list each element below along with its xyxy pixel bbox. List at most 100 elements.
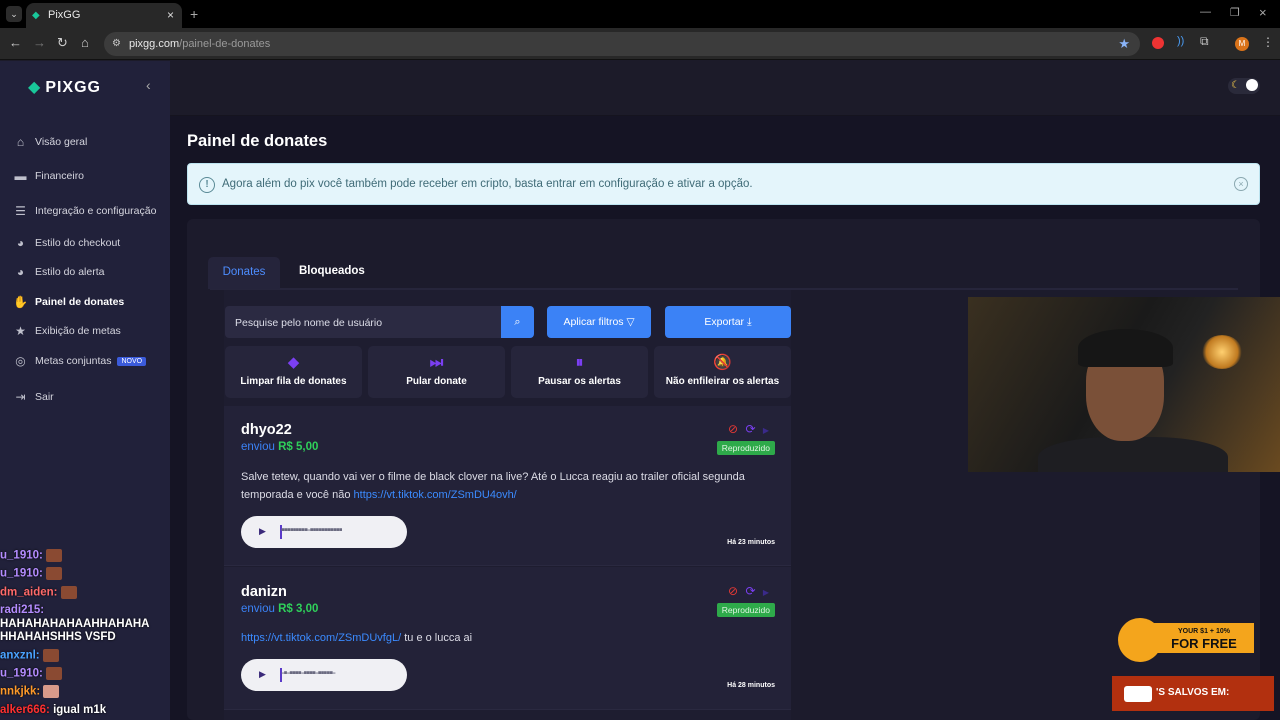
close-window-icon[interactable]: × <box>1259 5 1267 20</box>
chat-line: anxznl: <box>0 649 59 662</box>
apply-filters-button[interactable]: Aplicar filtros ▽ <box>547 306 651 338</box>
home-icon[interactable]: ⌂ <box>81 36 89 50</box>
message-link[interactable]: https://vt.tiktok.com/ZSmDU4ovh/ <box>354 489 517 501</box>
settings-icon: ☰ <box>15 204 26 218</box>
profile-avatar[interactable]: M <box>1235 37 1249 51</box>
forward-icon[interactable]: → <box>33 36 46 50</box>
sidebar-item-exibicao-metas[interactable]: ★ Exibição de metas <box>13 321 121 341</box>
sent-label: enviou <box>241 441 275 453</box>
novo-badge: NOVO <box>117 356 147 366</box>
chat-user: radi215: <box>0 604 45 616</box>
new-tab-icon[interactable]: + <box>190 6 198 22</box>
play-icon[interactable]: ▶ <box>259 526 266 537</box>
donor-name: danizn <box>241 584 287 600</box>
button-label: Aplicar filtros <box>563 316 624 328</box>
audio-player[interactable]: ▶ ▪▪▪▪▪▪▪▪▪-▪▪▪▪▪▪▪▪▪▪▪ <box>241 516 407 548</box>
sidebar-item-label: Estilo do alerta <box>35 266 105 278</box>
sidebar-item-estilo-alerta[interactable]: ◕ Estilo do alerta <box>13 262 105 282</box>
bookmark-star-icon[interactable]: ★ <box>1118 36 1130 52</box>
close-tab-icon[interactable]: × <box>167 8 174 22</box>
block-icon[interactable]: ⊘ <box>728 584 738 598</box>
emote-icon <box>46 667 63 680</box>
chat-line: u_1910: <box>0 667 63 680</box>
no-queue-alerts-button[interactable]: 🔕 Não enfileirar os alertas <box>654 346 791 398</box>
pixgg-logo[interactable]: ◆ PIXGG <box>28 77 101 97</box>
sidebar-item-financeiro[interactable]: ▬ Financeiro <box>13 166 85 186</box>
reload-icon[interactable]: ↻ <box>57 36 68 50</box>
donate-actions: ⊘ ⟳ ▶ <box>728 584 769 598</box>
replay-icon[interactable]: ⟳ <box>745 422 755 436</box>
chat-user: nnkjkk: <box>0 685 41 698</box>
collapse-sidebar-icon[interactable]: ‹ <box>146 77 151 93</box>
tab-bloqueados[interactable]: Bloqueados <box>299 265 365 277</box>
sidebar-item-label: Sair <box>35 391 54 403</box>
search-input[interactable]: Pesquise pelo nome de usuário <box>225 306 501 338</box>
theme-toggle-icon[interactable]: ☾ <box>1228 78 1260 94</box>
close-alert-icon[interactable]: × <box>1234 177 1248 191</box>
skip-small-icon[interactable]: ▶ <box>763 426 769 435</box>
maximize-icon[interactable]: ❐ <box>1230 6 1240 19</box>
extensions-puzzle-icon[interactable]: ⧉ <box>1200 34 1209 49</box>
logout-icon: ⇥ <box>15 390 26 404</box>
top-bar: ☾ <box>170 61 1280 116</box>
emote-icon <box>42 649 59 662</box>
url-field[interactable]: ⚙ pixgg.com/painel-de-donates ★ <box>104 32 1140 56</box>
search-placeholder: Pesquise pelo nome de usuário <box>235 317 383 329</box>
saved-text: 'S SALVOS EM: <box>1156 687 1230 698</box>
url-path: /painel-de-donates <box>179 38 271 50</box>
hand-coin-icon: ✋ <box>13 295 28 309</box>
sidebar-item-visao-geral[interactable]: ⌂ Visão geral <box>13 132 87 152</box>
chat-line: u_1910: <box>0 567 63 580</box>
donate-card: danizn enviou R$ 3,00 ⊘ ⟳ ▶ Reproduzido … <box>224 567 791 710</box>
target-icon: ◎ <box>15 354 26 368</box>
clear-queue-button[interactable]: ◆ Limpar fila de donates <box>225 346 362 398</box>
minimize-icon[interactable]: — <box>1200 6 1211 18</box>
sidebar-item-metas-conjuntas[interactable]: ◎ Metas conjuntas NOVO <box>13 351 147 371</box>
sent-label: enviou <box>241 603 275 615</box>
chat-line: u_1910: <box>0 549 63 562</box>
sidebar-item-painel-donates[interactable]: ✋ Painel de donates <box>13 292 124 312</box>
replay-icon[interactable]: ⟳ <box>745 584 755 598</box>
play-icon[interactable]: ▶ <box>259 669 266 680</box>
donate-time: Há 23 minutos <box>727 539 775 546</box>
lamp <box>1202 335 1242 369</box>
chat-message: HAHAHAHAHAAHHAHAHA <box>0 618 150 630</box>
pause-alerts-button[interactable]: ⏸ Pausar os alertas <box>511 346 648 398</box>
extension-record-icon[interactable] <box>1152 37 1164 49</box>
info-alert: ! Agora além do pix você também pode rec… <box>187 163 1260 205</box>
streamer-body <box>1038 437 1228 472</box>
message-text: tu e o lucca ai <box>401 632 473 644</box>
block-icon[interactable]: ⊘ <box>728 422 738 436</box>
skip-small-icon[interactable]: ▶ <box>763 588 769 597</box>
info-icon: ! <box>199 177 215 193</box>
donate-card: dhyo22 enviou R$ 5,00 ⊘ ⟳ ▶ Reproduzido … <box>224 406 791 566</box>
donate-actions: ⊘ ⟳ ▶ <box>728 422 769 436</box>
wallet-icon: ▬ <box>14 169 27 183</box>
sidebar-item-integracao[interactable]: ☰ Integração e configuração <box>13 201 156 221</box>
site-info-icon[interactable]: ⚙ <box>112 38 121 49</box>
sidebar-item-label: Estilo do checkout <box>35 237 121 249</box>
export-button[interactable]: Exportar ⤓ <box>665 306 791 338</box>
chat-line: alker666: igual m1k <box>0 704 106 716</box>
emote-icon <box>46 567 63 580</box>
chat-user: dm_aiden: <box>0 586 58 599</box>
chat-line: HHAHAHSHHS VSFD <box>0 631 116 643</box>
donate-sent: enviou R$ 5,00 <box>241 441 318 453</box>
chat-line: HAHAHAHAHAAHHAHAHA <box>0 618 150 630</box>
chat-user: anxznl: <box>0 649 40 662</box>
sidebar-item-label: Exibição de metas <box>35 325 121 337</box>
donate-sent: enviou R$ 3,00 <box>241 603 318 615</box>
back-icon[interactable]: ← <box>9 36 22 50</box>
search-button[interactable]: ⌕ <box>501 306 534 338</box>
browser-menu-icon[interactable]: ⋮ <box>1262 35 1274 49</box>
sidebar-item-estilo-checkout[interactable]: ◕ Estilo do checkout <box>13 233 120 253</box>
browser-tab[interactable]: ◆ PixGG × <box>26 3 182 28</box>
tab-list-icon[interactable]: ⌄ <box>6 6 22 22</box>
message-link[interactable]: https://vt.tiktok.com/ZSmDUvfgL/ <box>241 632 401 644</box>
skip-donate-button[interactable]: ⏭ Pular donate <box>368 346 505 398</box>
extension-wave-icon[interactable]: )) <box>1177 35 1184 47</box>
tab-donates[interactable]: Donates <box>208 257 280 289</box>
audio-player[interactable]: ▶ -▪-▪▪▪▪-▪▪▪▪-▪▪▪▪▪- <box>241 659 407 691</box>
webcam-overlay <box>968 297 1280 472</box>
sidebar-item-sair[interactable]: ⇥ Sair <box>13 387 54 407</box>
